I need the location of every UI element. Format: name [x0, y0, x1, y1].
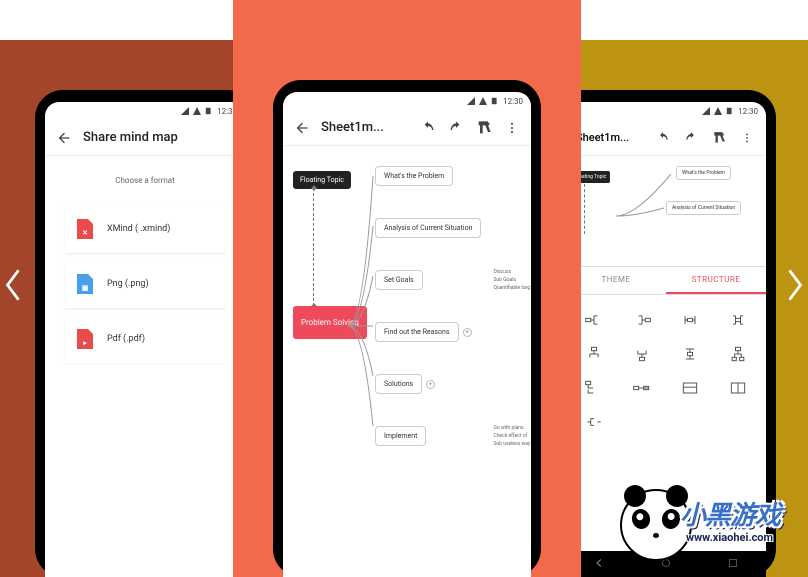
- file-icon-pdf: ▸: [77, 329, 93, 349]
- structure-option[interactable]: [581, 375, 614, 401]
- format-button[interactable]: [475, 119, 493, 137]
- format-button[interactable]: [710, 129, 728, 147]
- format-pdf[interactable]: ▸ Pdf (.pdf): [65, 315, 225, 363]
- branch-item[interactable]: Analysis of Current Situation: [375, 218, 481, 238]
- wifi-icon: [193, 107, 201, 115]
- format-label: XMind ( .xmind): [107, 224, 170, 234]
- structure-option[interactable]: [718, 341, 758, 367]
- app-bar: Share mind map: [45, 120, 233, 156]
- structure-option[interactable]: [622, 307, 662, 333]
- signal-icon: [181, 107, 189, 115]
- format-label: Pdf (.pdf): [107, 334, 145, 344]
- more-button[interactable]: [503, 119, 521, 137]
- relationship-link: [584, 184, 585, 234]
- battery-icon: [726, 107, 734, 115]
- relationship-link: [313, 188, 314, 306]
- branch-item[interactable]: What's the Problem: [676, 166, 731, 180]
- status-time: 12:30: [503, 97, 523, 106]
- branch-item[interactable]: What's the Problem: [375, 166, 481, 186]
- branch-item[interactable]: Find out the Reasons+: [375, 322, 481, 342]
- sheet-title: Sheet1m...: [581, 131, 644, 144]
- phone-frame: 12:30 Sheet1m... Floating Topic Problem …: [273, 80, 541, 577]
- sub-topics: Go with plans Check effect of Sub useles…: [493, 424, 530, 448]
- status-bar: 12:30: [581, 102, 766, 120]
- structure-option[interactable]: [581, 341, 614, 367]
- structure-option[interactable]: [670, 341, 710, 367]
- phone-screen: 12:30 Share mind map Choose a format ✕ X…: [45, 102, 233, 577]
- signal-icon: [467, 97, 475, 105]
- status-time: 12:30: [217, 107, 233, 116]
- file-icon-png: ▣: [77, 274, 93, 294]
- status-time: 12:30: [738, 107, 758, 116]
- phone-screen: 12:30 Sheet1m... Floating Topic Problem …: [283, 92, 531, 577]
- wifi-icon: [714, 107, 722, 115]
- file-icon-xmind: ✕: [77, 219, 93, 239]
- choose-format-label: Choose a format: [45, 176, 233, 185]
- branch-item[interactable]: Set Goals Discuss Sub Goals Quantifiable…: [375, 270, 481, 290]
- structure-option[interactable]: [670, 375, 710, 401]
- branch-item[interactable]: Analysis of Current Situation: [666, 201, 741, 215]
- tab-structure[interactable]: STRUCTURE: [666, 267, 766, 294]
- tab-theme[interactable]: THEME: [581, 267, 666, 294]
- status-bar: 12:30: [283, 92, 531, 110]
- floating-topic[interactable]: Floating Topic: [581, 171, 610, 183]
- more-button[interactable]: [738, 129, 756, 147]
- sub-topics: Discuss Sub Goals Quantifiable targ: [493, 268, 530, 292]
- status-bar: 12:30: [45, 102, 233, 120]
- redo-button[interactable]: [447, 119, 465, 137]
- page-title: Share mind map: [83, 130, 233, 145]
- site-logo: 小黑游戏 www.xiaohei.com: [620, 489, 800, 569]
- wifi-icon: [479, 97, 487, 105]
- nav-back[interactable]: [592, 555, 606, 574]
- panel-tabs: THEME STRUCTURE: [581, 266, 766, 295]
- branch-connectors: [616, 166, 676, 236]
- expand-icon[interactable]: +: [426, 380, 435, 389]
- format-list: ✕ XMind ( .xmind) ▣ Png (.png) ▸ Pdf (.p…: [45, 205, 233, 363]
- logo-url: www.xiaohei.com: [686, 531, 773, 544]
- battery-icon: [205, 107, 213, 115]
- format-png[interactable]: ▣ Png (.png): [65, 260, 225, 309]
- phone-frame: 12:30 Share mind map Choose a format ✕ X…: [35, 90, 233, 577]
- structure-option[interactable]: [718, 375, 758, 401]
- slide-mindmap: 12:30 Sheet1m... Floating Topic Problem …: [233, 0, 581, 577]
- battery-icon: [491, 97, 499, 105]
- structure-option[interactable]: [622, 341, 662, 367]
- sheet-title: Sheet1m...: [321, 120, 409, 135]
- carousel-next-button[interactable]: [784, 265, 806, 305]
- logo-text: 小黑游戏: [680, 495, 780, 532]
- expand-icon[interactable]: +: [463, 328, 472, 337]
- undo-button[interactable]: [654, 129, 672, 147]
- format-label: Png (.png): [107, 279, 149, 289]
- format-xmind[interactable]: ✕ XMind ( .xmind): [65, 205, 225, 254]
- structure-option[interactable]: [670, 307, 710, 333]
- branch-item[interactable]: Solutions+: [375, 374, 481, 394]
- mindmap-canvas[interactable]: Floating Topic Problem Solving What's th…: [283, 146, 531, 577]
- signal-icon: [702, 107, 710, 115]
- carousel-prev-button[interactable]: [2, 265, 24, 305]
- app-bar: Sheet1m...: [283, 110, 531, 146]
- app-bar: Sheet1m...: [581, 120, 766, 156]
- structure-option[interactable]: [581, 307, 614, 333]
- redo-button[interactable]: [682, 129, 700, 147]
- structure-grid: [581, 295, 766, 447]
- structure-option[interactable]: [622, 375, 662, 401]
- back-button[interactable]: [55, 129, 73, 147]
- back-button[interactable]: [293, 119, 311, 137]
- slide-share: 12:30 Share mind map Choose a format ✕ X…: [0, 40, 233, 577]
- branch-list: What's the Problem Analysis of Current S…: [375, 166, 481, 464]
- structure-option[interactable]: [581, 409, 614, 435]
- mindmap-canvas[interactable]: Floating Topic What's the Problem Analys…: [581, 156, 766, 266]
- branch-item[interactable]: Implement Go with plans Check effect of …: [375, 426, 481, 446]
- structure-option[interactable]: [718, 307, 758, 333]
- undo-button[interactable]: [419, 119, 437, 137]
